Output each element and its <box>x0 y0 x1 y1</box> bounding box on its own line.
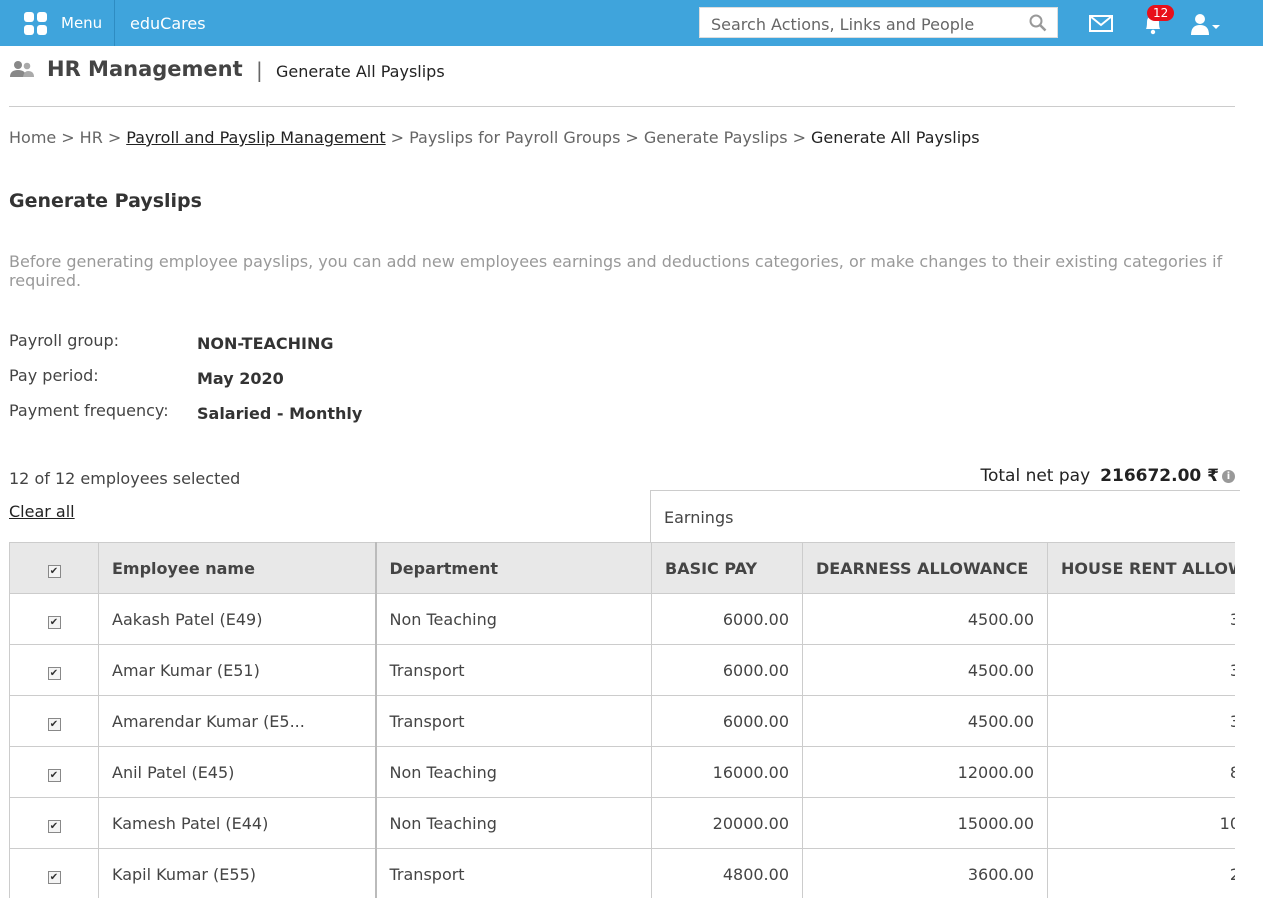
department: Transport <box>375 848 652 898</box>
table-row: ✔ Kamesh Patel (E44) Non Teaching 20000.… <box>9 797 1235 849</box>
selected-count: 12 of 12 employees selected <box>9 469 241 488</box>
house-rent-allowance[interactable]: 3000.00 <box>1047 695 1235 747</box>
page-description: Before generating employee payslips, you… <box>9 252 1223 290</box>
department: Non Teaching <box>375 593 652 645</box>
row-checkbox[interactable]: ✔ <box>47 717 61 731</box>
house-rent-allowance[interactable]: 3000.00 <box>1047 644 1235 696</box>
payment-frequency-value: Salaried - Monthly <box>197 404 363 423</box>
basic-pay[interactable]: 6000.00 <box>651 695 803 747</box>
breadcrumb-hr[interactable]: HR <box>80 128 103 147</box>
search-box <box>699 7 1058 38</box>
row-checkbox[interactable]: ✔ <box>47 870 61 884</box>
payslip-table: ✔ Employee name Department BASIC PAY DEA… <box>9 542 1235 898</box>
employee-name: Kapil Kumar (E55) <box>98 848 377 898</box>
basic-pay[interactable]: 16000.00 <box>651 746 803 798</box>
page-title: HR Management <box>47 57 243 81</box>
department: Transport <box>375 644 652 696</box>
header-employee-name[interactable]: Employee name <box>98 542 377 594</box>
employee-name: Amarendar Kumar (E5... <box>98 695 377 747</box>
table-row: ✔ Anil Patel (E45) Non Teaching 16000.00… <box>9 746 1235 798</box>
employee-name: Kamesh Patel (E44) <box>98 797 377 849</box>
menu-label: Menu <box>61 14 103 32</box>
clear-all-link[interactable]: Clear all <box>9 502 75 521</box>
notification-badge: 12 <box>1147 5 1175 21</box>
breadcrumb-generate-payslips[interactable]: Generate Payslips <box>644 128 788 147</box>
brand-link[interactable]: eduCares <box>130 14 206 33</box>
table-row: ✔ Kapil Kumar (E55) Transport 4800.00 36… <box>9 848 1235 898</box>
house-rent-allowance[interactable]: 10000.00 <box>1047 797 1235 849</box>
basic-pay[interactable]: 20000.00 <box>651 797 803 849</box>
header-house-rent-allowance[interactable]: HOUSE RENT ALLOWANCE <box>1047 542 1235 594</box>
basic-pay[interactable]: 4800.00 <box>651 848 803 898</box>
payslip-table-container: ✔ Employee name Department BASIC PAY DEA… <box>9 542 1235 898</box>
basic-pay[interactable]: 6000.00 <box>651 644 803 696</box>
page-subtitle: Generate All Payslips <box>276 62 445 81</box>
total-net-pay-value: 216672.00 ₹ <box>1100 466 1219 486</box>
payroll-group-value: NON-TEACHING <box>197 334 334 353</box>
grid-menu-icon <box>24 12 48 36</box>
table-row: ✔ Aakash Patel (E49) Non Teaching 6000.0… <box>9 593 1235 645</box>
dearness-allowance[interactable]: 3600.00 <box>802 848 1048 898</box>
select-all-checkbox[interactable]: ✔ <box>47 564 61 578</box>
row-checkbox[interactable]: ✔ <box>47 768 61 782</box>
mail-icon[interactable] <box>1089 15 1113 36</box>
pay-period-label: Pay period: <box>9 366 99 385</box>
breadcrumb-home[interactable]: Home <box>9 128 56 147</box>
people-icon <box>9 59 35 85</box>
earnings-group-header: Earnings <box>650 490 1240 542</box>
row-checkbox[interactable]: ✔ <box>47 615 61 629</box>
title-separator: | <box>256 58 263 82</box>
breadcrumb: Home > HR > Payroll and Payslip Management > P… <box>9 128 980 147</box>
table-header-row: ✔ Employee name Department BASIC PAY DEA… <box>9 542 1235 594</box>
department: Non Teaching <box>375 746 652 798</box>
basic-pay[interactable]: 6000.00 <box>651 593 803 645</box>
employee-name: Aakash Patel (E49) <box>98 593 377 645</box>
dearness-allowance[interactable]: 15000.00 <box>802 797 1048 849</box>
divider <box>9 106 1235 107</box>
user-menu-icon[interactable] <box>1190 12 1222 40</box>
total-net-pay: Total net pay 216672.00 ₹ i <box>980 466 1235 486</box>
payment-frequency-label: Payment frequency: <box>9 401 169 420</box>
row-checkbox[interactable]: ✔ <box>47 666 61 680</box>
department: Transport <box>375 695 652 747</box>
employee-name: Anil Patel (E45) <box>98 746 377 798</box>
dearness-allowance[interactable]: 12000.00 <box>802 746 1048 798</box>
dearness-allowance[interactable]: 4500.00 <box>802 644 1048 696</box>
table-row: ✔ Amarendar Kumar (E5... Transport 6000.… <box>9 695 1235 747</box>
department: Non Teaching <box>375 797 652 849</box>
row-checkbox[interactable]: ✔ <box>47 819 61 833</box>
search-icon[interactable] <box>1029 14 1047 36</box>
header-department[interactable]: Department <box>375 542 652 594</box>
section-heading: Generate Payslips <box>9 190 202 212</box>
dearness-allowance[interactable]: 4500.00 <box>802 593 1048 645</box>
search-input[interactable] <box>709 13 1013 35</box>
table-row: ✔ Amar Kumar (E51) Transport 6000.00 450… <box>9 644 1235 696</box>
total-net-pay-label: Total net pay <box>980 466 1091 486</box>
dearness-allowance[interactable]: 4500.00 <box>802 695 1048 747</box>
top-navigation-bar: Menu eduCares 12 <box>0 0 1263 46</box>
pay-period-value: May 2020 <box>197 369 284 388</box>
house-rent-allowance[interactable]: 3000.00 <box>1047 593 1235 645</box>
employee-name: Amar Kumar (E51) <box>98 644 377 696</box>
breadcrumb-current: Generate All Payslips <box>810 128 980 147</box>
header-dearness-allowance[interactable]: DEARNESS ALLOWANCE <box>802 542 1048 594</box>
select-all-header: ✔ <box>9 542 99 594</box>
earnings-label: Earnings <box>664 508 734 527</box>
payroll-group-label: Payroll group: <box>9 331 120 350</box>
house-rent-allowance[interactable]: 2400.00 <box>1047 848 1235 898</box>
header-basic-pay[interactable]: BASIC PAY <box>651 542 803 594</box>
info-icon[interactable]: i <box>1222 470 1235 483</box>
menu-button[interactable]: Menu <box>10 0 115 46</box>
breadcrumb-payroll-management[interactable]: Payroll and Payslip Management <box>126 128 385 147</box>
house-rent-allowance[interactable]: 8000.00 <box>1047 746 1235 798</box>
breadcrumb-payslips-groups[interactable]: Payslips for Payroll Groups <box>409 128 620 147</box>
